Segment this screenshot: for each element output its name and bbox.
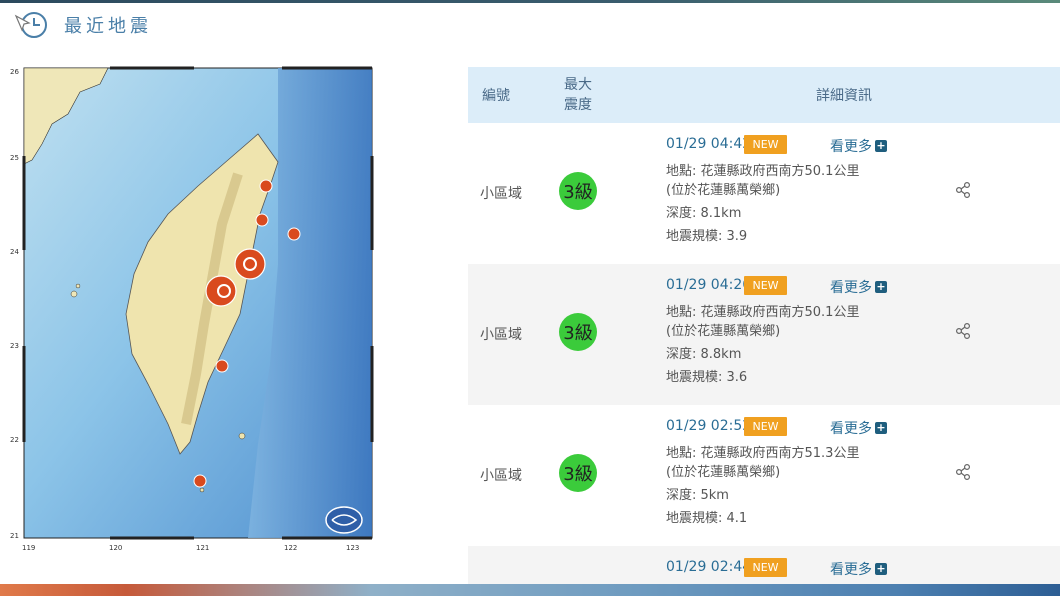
depth-text: 深度: 8.1km xyxy=(666,206,742,221)
magnitude-text: 地震規模: 4.1 xyxy=(666,511,748,526)
location-text: 地點: 花蓮縣政府西南方50.1公里 xyxy=(666,164,860,179)
new-badge: NEW xyxy=(744,276,787,295)
lon-label: 123 xyxy=(346,544,359,552)
location-sub: (位於花蓮縣萬榮鄉) xyxy=(666,324,781,339)
intensity-badge: 3級 xyxy=(559,172,597,210)
page-header: 最近地震 xyxy=(12,8,152,42)
quake-time: 01/29 04:26 xyxy=(666,277,752,293)
lon-label: 120 xyxy=(109,544,122,552)
table-row: 小區域 3級 01/29 02:52 NEW 看更多 + 地點: 花蓮縣政府西南方… xyxy=(468,405,1060,546)
location-sub: (位於花蓮縣萬榮鄉) xyxy=(666,183,781,198)
top-strip xyxy=(0,0,1060,3)
plus-icon: + xyxy=(875,280,887,293)
header-detail: 詳細資訊 xyxy=(816,88,872,104)
earthquake-map[interactable]: 26 25 24 23 22 21 119 120 121 122 123 xyxy=(8,64,378,554)
lat-label: 22 xyxy=(10,436,19,444)
header-id: 編號 xyxy=(482,88,510,104)
share-icon[interactable] xyxy=(954,463,972,481)
intensity-badge: 3級 xyxy=(559,313,597,351)
plus-icon: + xyxy=(875,562,887,575)
header-intensity: 最大 震度 xyxy=(564,77,592,113)
table-row: 小區域 3級 01/29 04:26 NEW 看更多 + 地點: 花蓮縣政府西南方… xyxy=(468,264,1060,405)
share-icon[interactable] xyxy=(954,322,972,340)
location-text: 地點: 花蓮縣政府西南方50.1公里 xyxy=(666,305,860,320)
plus-icon: + xyxy=(875,421,887,434)
magnitude-text: 地震規模: 3.6 xyxy=(666,370,748,385)
page-title: 最近地震 xyxy=(64,16,152,37)
region-label: 小區域 xyxy=(480,468,522,484)
lat-label: 24 xyxy=(10,248,19,256)
new-badge: NEW xyxy=(744,558,787,577)
depth-text: 深度: 8.8km xyxy=(666,347,742,362)
new-badge: NEW xyxy=(744,135,787,154)
magnitude-text: 地震規模: 3.9 xyxy=(666,229,748,244)
region-label: 小區域 xyxy=(480,186,522,202)
see-more-link[interactable]: 看更多 + xyxy=(830,136,887,156)
depth-text: 深度: 5km xyxy=(666,488,729,503)
quake-time: 01/29 02:52 xyxy=(666,418,752,434)
table-header: 編號 最大 震度 詳細資訊 xyxy=(468,67,1060,123)
table-row: 01/29 02:44 NEW 看更多 + xyxy=(468,546,1060,586)
lat-label: 25 xyxy=(10,154,19,162)
clock-icon[interactable] xyxy=(12,8,50,42)
quake-time: 01/29 02:44 xyxy=(666,559,752,575)
share-icon[interactable] xyxy=(954,181,972,199)
lat-label: 23 xyxy=(10,342,19,350)
table-row: 小區域 3級 01/29 04:42 NEW 看更多 + 地點: 花蓮縣政府西南方… xyxy=(468,123,1060,264)
lon-label: 119 xyxy=(22,544,35,552)
bottom-strip xyxy=(0,584,1060,596)
see-more-link[interactable]: 看更多 + xyxy=(830,277,887,297)
location-text: 地點: 花蓮縣政府西南方51.3公里 xyxy=(666,446,860,461)
intensity-badge: 3級 xyxy=(559,454,597,492)
new-badge: NEW xyxy=(744,417,787,436)
earthquake-table: 編號 最大 震度 詳細資訊 小區域 3級 01/29 04:42 NEW 看更多… xyxy=(468,67,1060,586)
lat-label: 26 xyxy=(10,68,19,76)
lat-label: 21 xyxy=(10,532,19,540)
quake-time: 01/29 04:42 xyxy=(666,136,752,152)
lon-label: 121 xyxy=(196,544,209,552)
region-label: 小區域 xyxy=(480,327,522,343)
see-more-link[interactable]: 看更多 + xyxy=(830,559,887,579)
see-more-link[interactable]: 看更多 + xyxy=(830,418,887,438)
location-sub: (位於花蓮縣萬榮鄉) xyxy=(666,465,781,480)
lon-label: 122 xyxy=(284,544,297,552)
plus-icon: + xyxy=(875,139,887,152)
